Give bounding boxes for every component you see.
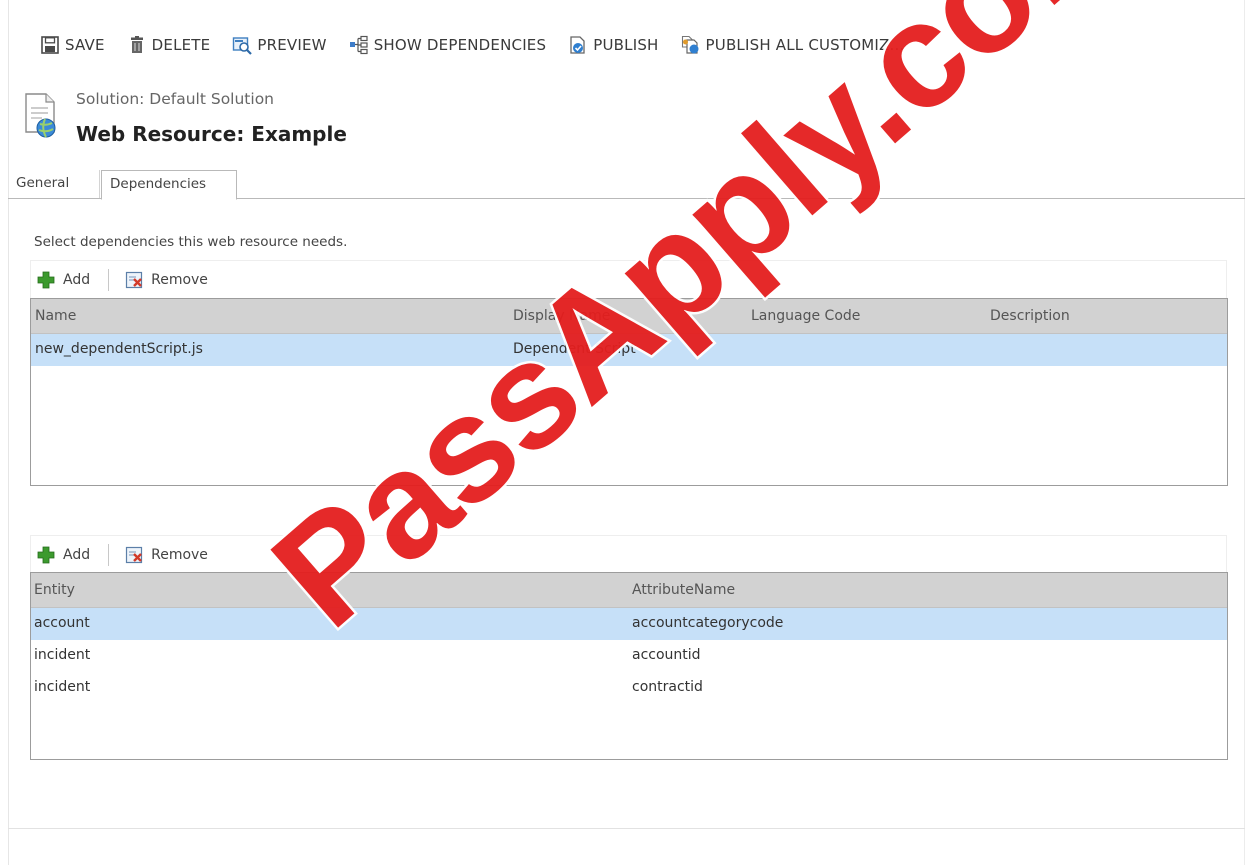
frame-right-border bbox=[1244, 0, 1245, 865]
publish-button[interactable]: PUBLISH bbox=[568, 35, 658, 55]
attribute-dependencies-grid: Entity AttributeName account accountcate… bbox=[30, 572, 1228, 760]
instructions-text: Select dependencies this web resource ne… bbox=[34, 234, 348, 250]
cell-name: new_dependentScript.js bbox=[35, 341, 203, 357]
add-web-resource-button[interactable]: Add bbox=[31, 271, 96, 289]
column-header-name[interactable]: Name bbox=[35, 308, 76, 324]
remove-attribute-button[interactable]: Remove bbox=[119, 546, 214, 564]
cell-attribute-name: accountcategorycode bbox=[632, 615, 784, 631]
remove-icon bbox=[126, 271, 143, 288]
column-header-entity[interactable]: Entity bbox=[34, 582, 75, 598]
delete-label: DELETE bbox=[151, 36, 211, 54]
frame-bottom-border bbox=[8, 828, 1245, 829]
publish-all-label: PUBLISH ALL CUSTOMIZ... bbox=[705, 36, 905, 54]
table-row[interactable]: incident accountid bbox=[31, 640, 1227, 672]
cell-display-name: Dependent Script bbox=[513, 341, 636, 357]
trash-icon bbox=[130, 36, 143, 53]
show-dependencies-label: SHOW DEPENDENCIES bbox=[373, 36, 547, 54]
tab-general[interactable]: General bbox=[8, 170, 100, 198]
web-resource-dependencies-grid: Name Display Name Language Code Descript… bbox=[30, 298, 1228, 486]
publish-all-icon bbox=[681, 35, 699, 54]
web-resource-icon bbox=[25, 93, 56, 138]
toolbar-separator bbox=[108, 543, 110, 566]
dependencies-icon bbox=[349, 35, 368, 55]
cell-attribute-name: contractid bbox=[632, 679, 703, 695]
table-row[interactable]: account accountcategorycode bbox=[31, 608, 1227, 640]
page-title: Web Resource: Example bbox=[76, 122, 347, 146]
plus-icon bbox=[37, 271, 55, 288]
cell-entity: incident bbox=[34, 679, 91, 695]
cell-entity: account bbox=[34, 615, 90, 631]
column-header-display-name[interactable]: Display Name bbox=[513, 308, 610, 324]
preview-button[interactable]: PREVIEW bbox=[232, 35, 326, 55]
add-label: Add bbox=[63, 271, 91, 288]
remove-web-resource-button[interactable]: Remove bbox=[119, 271, 214, 289]
cell-entity: incident bbox=[34, 647, 91, 663]
publish-icon bbox=[570, 36, 585, 54]
add-attribute-button[interactable]: Add bbox=[31, 546, 96, 564]
cell-attribute-name: accountid bbox=[632, 647, 701, 663]
tab-dependencies[interactable]: Dependencies bbox=[101, 170, 237, 200]
column-header-language-code[interactable]: Language Code bbox=[751, 308, 860, 324]
plus-icon bbox=[37, 546, 55, 563]
preview-label: PREVIEW bbox=[257, 36, 327, 54]
web-resource-grid-toolbar: Add Remove bbox=[30, 260, 1227, 298]
column-header-description[interactable]: Description bbox=[990, 308, 1070, 324]
attribute-grid-toolbar: Add Remove bbox=[30, 535, 1227, 573]
preview-icon bbox=[233, 37, 253, 55]
table-row[interactable]: new_dependentScript.js Dependent Script bbox=[31, 334, 1227, 366]
remove-label: Remove bbox=[151, 271, 208, 288]
table-row[interactable]: incident contractid bbox=[31, 672, 1227, 704]
publish-label: PUBLISH bbox=[593, 36, 659, 54]
command-bar: SAVE DELETE PREVIEW SHOW DEPENDENCIES PU… bbox=[40, 30, 926, 60]
frame-left-border bbox=[8, 0, 9, 865]
save-icon bbox=[41, 36, 59, 54]
column-header-attribute-name[interactable]: AttributeName bbox=[632, 582, 735, 598]
toolbar-separator bbox=[108, 268, 110, 291]
grid-header: Name Display Name Language Code Descript… bbox=[31, 299, 1227, 334]
show-dependencies-button[interactable]: SHOW DEPENDENCIES bbox=[349, 35, 547, 55]
remove-label: Remove bbox=[151, 546, 208, 563]
add-label: Add bbox=[63, 546, 91, 563]
remove-icon bbox=[126, 546, 143, 563]
save-label: SAVE bbox=[65, 36, 105, 54]
solution-name: Solution: Default Solution bbox=[76, 90, 274, 108]
publish-all-customizations-button[interactable]: PUBLISH ALL CUSTOMIZ... bbox=[681, 35, 905, 55]
delete-button[interactable]: DELETE bbox=[127, 35, 211, 55]
grid-header: Entity AttributeName bbox=[31, 573, 1227, 608]
save-button[interactable]: SAVE bbox=[40, 35, 105, 55]
